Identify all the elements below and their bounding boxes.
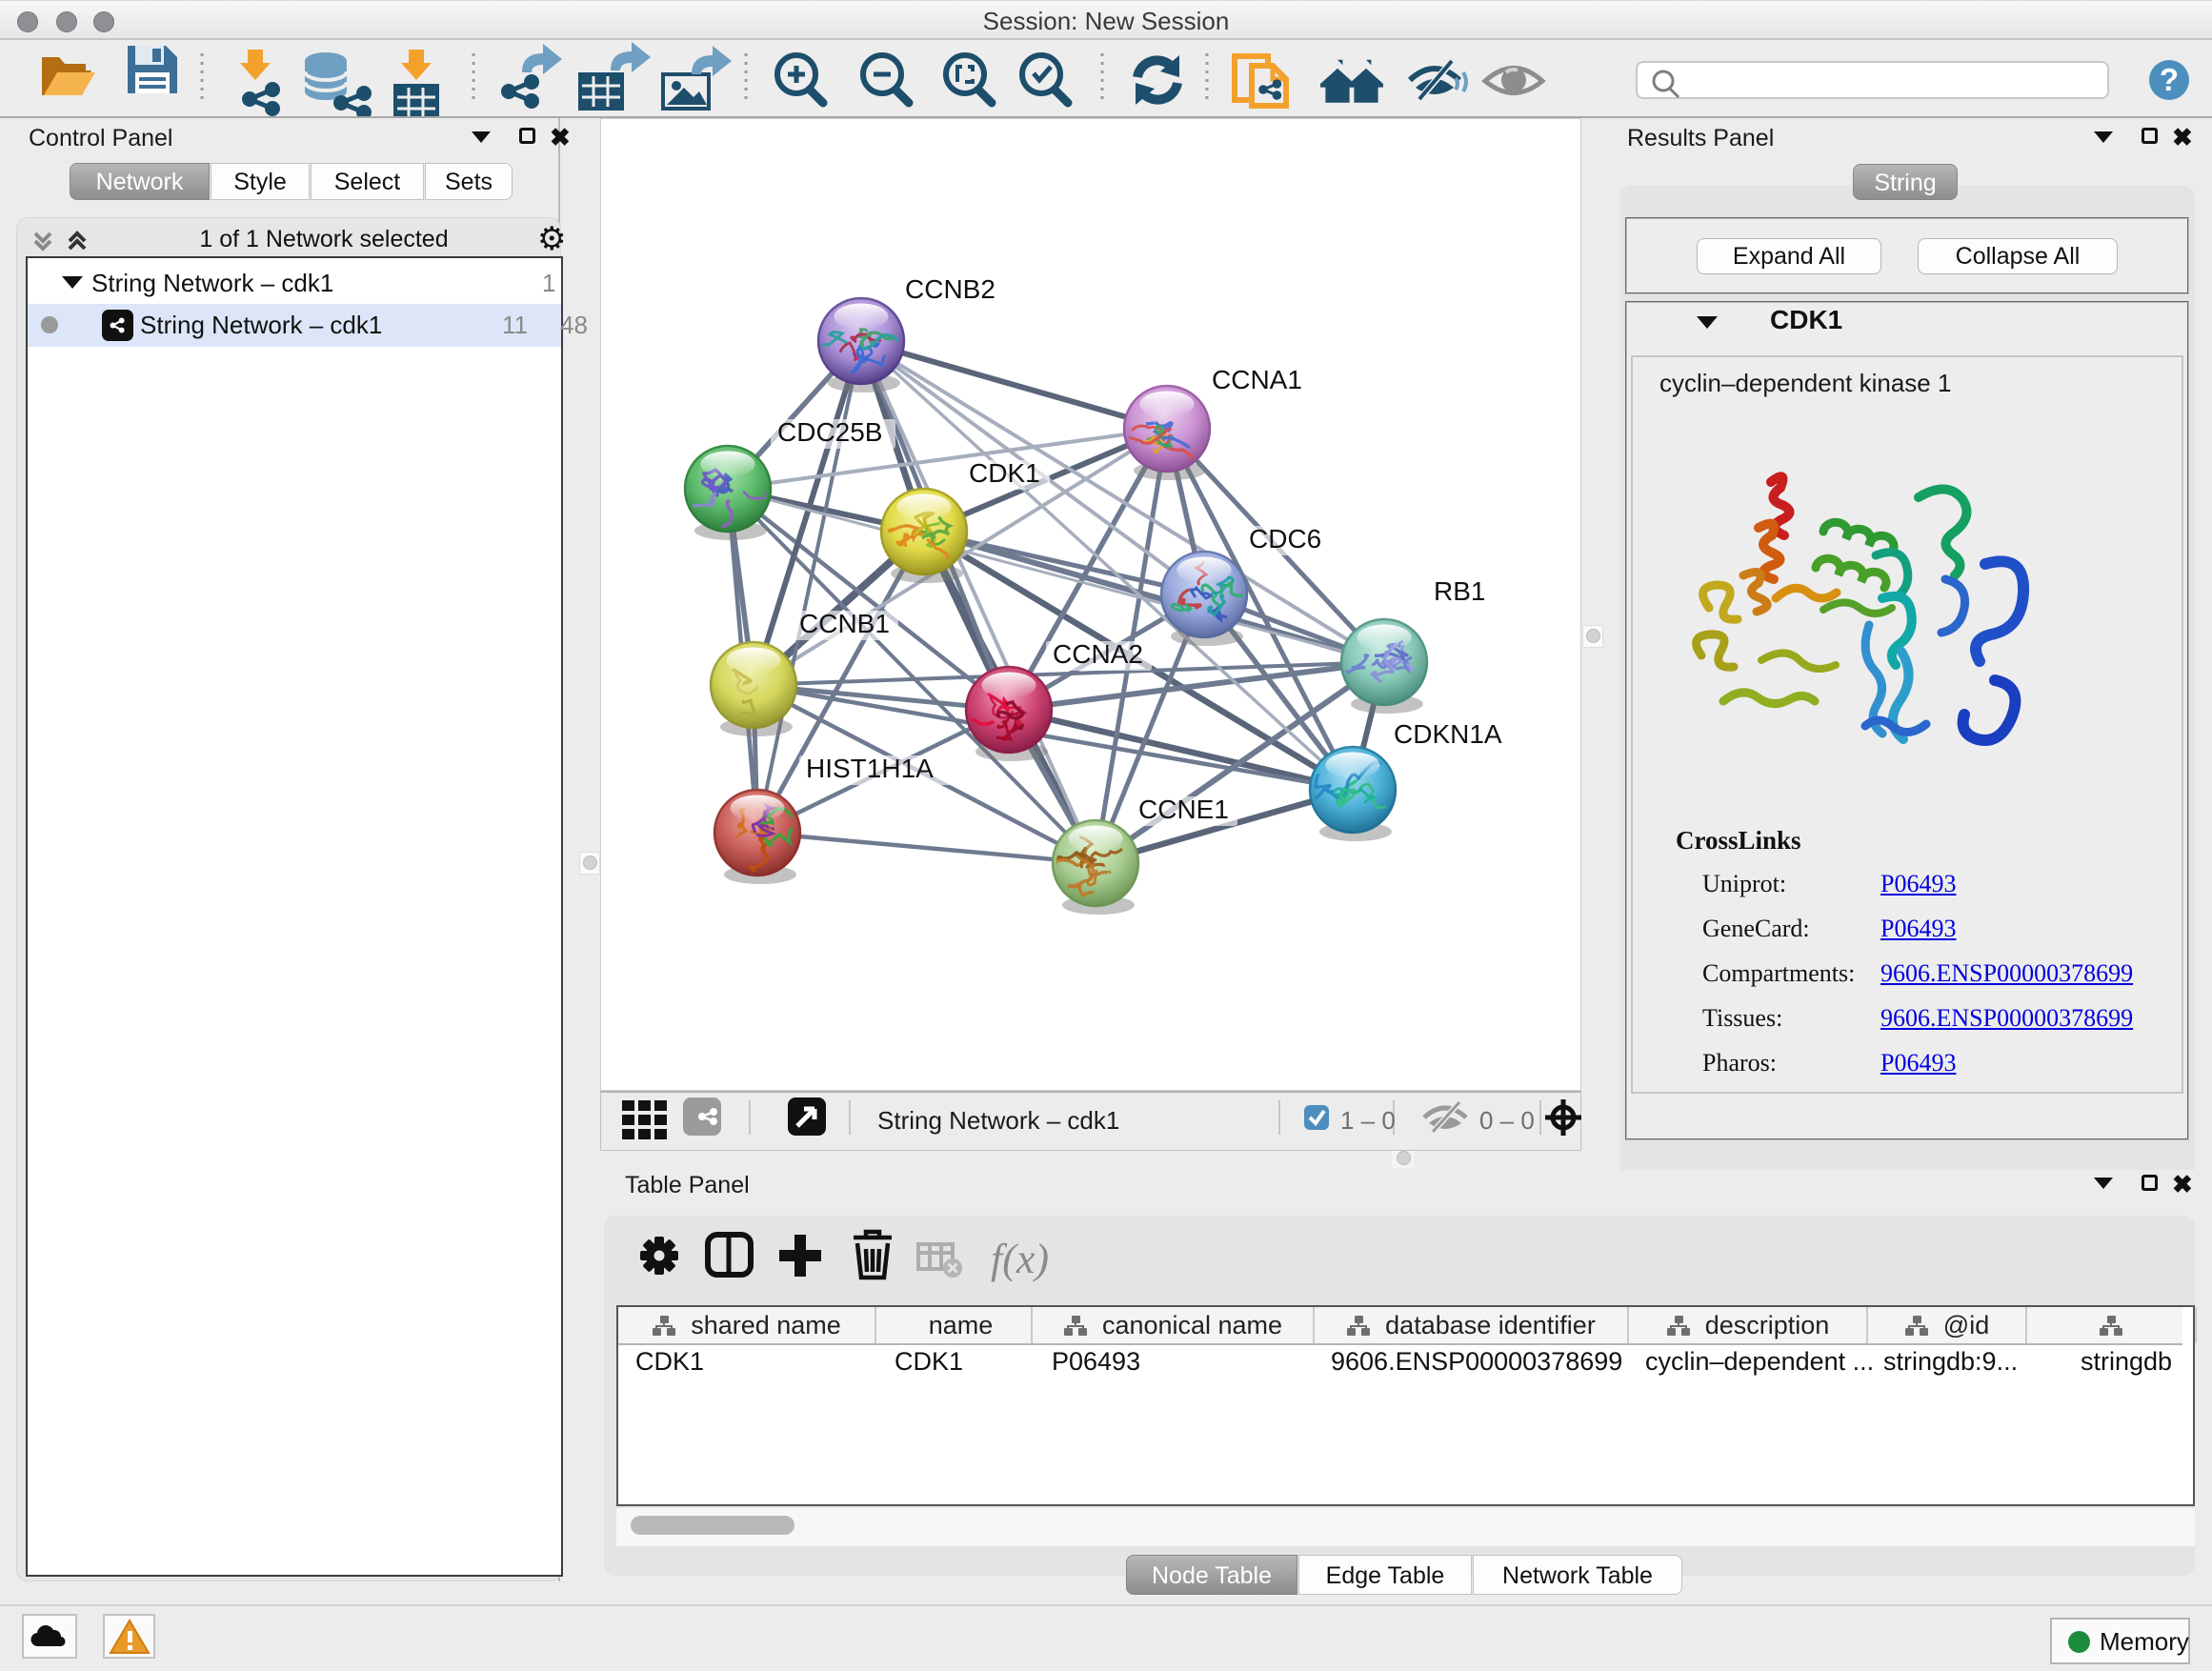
svg-text:CCNE1: CCNE1 [1138,795,1229,824]
svg-text:HIST1H1A: HIST1H1A [806,754,934,783]
svg-text:CCNA2: CCNA2 [1053,639,1143,669]
svg-text:f(x): f(x) [991,1236,1049,1282]
svg-text:CDK1: CDK1 [969,458,1040,488]
svg-text:CDC25B: CDC25B [777,417,882,447]
svg-text:CCNB1: CCNB1 [799,609,890,638]
svg-text:CDC6: CDC6 [1249,524,1321,554]
svg-text:CCNB2: CCNB2 [905,274,995,304]
svg-text:CCNA1: CCNA1 [1212,365,1302,394]
svg-text:RB1: RB1 [1434,576,1485,606]
svg-text:CDKN1A: CDKN1A [1394,719,1502,749]
